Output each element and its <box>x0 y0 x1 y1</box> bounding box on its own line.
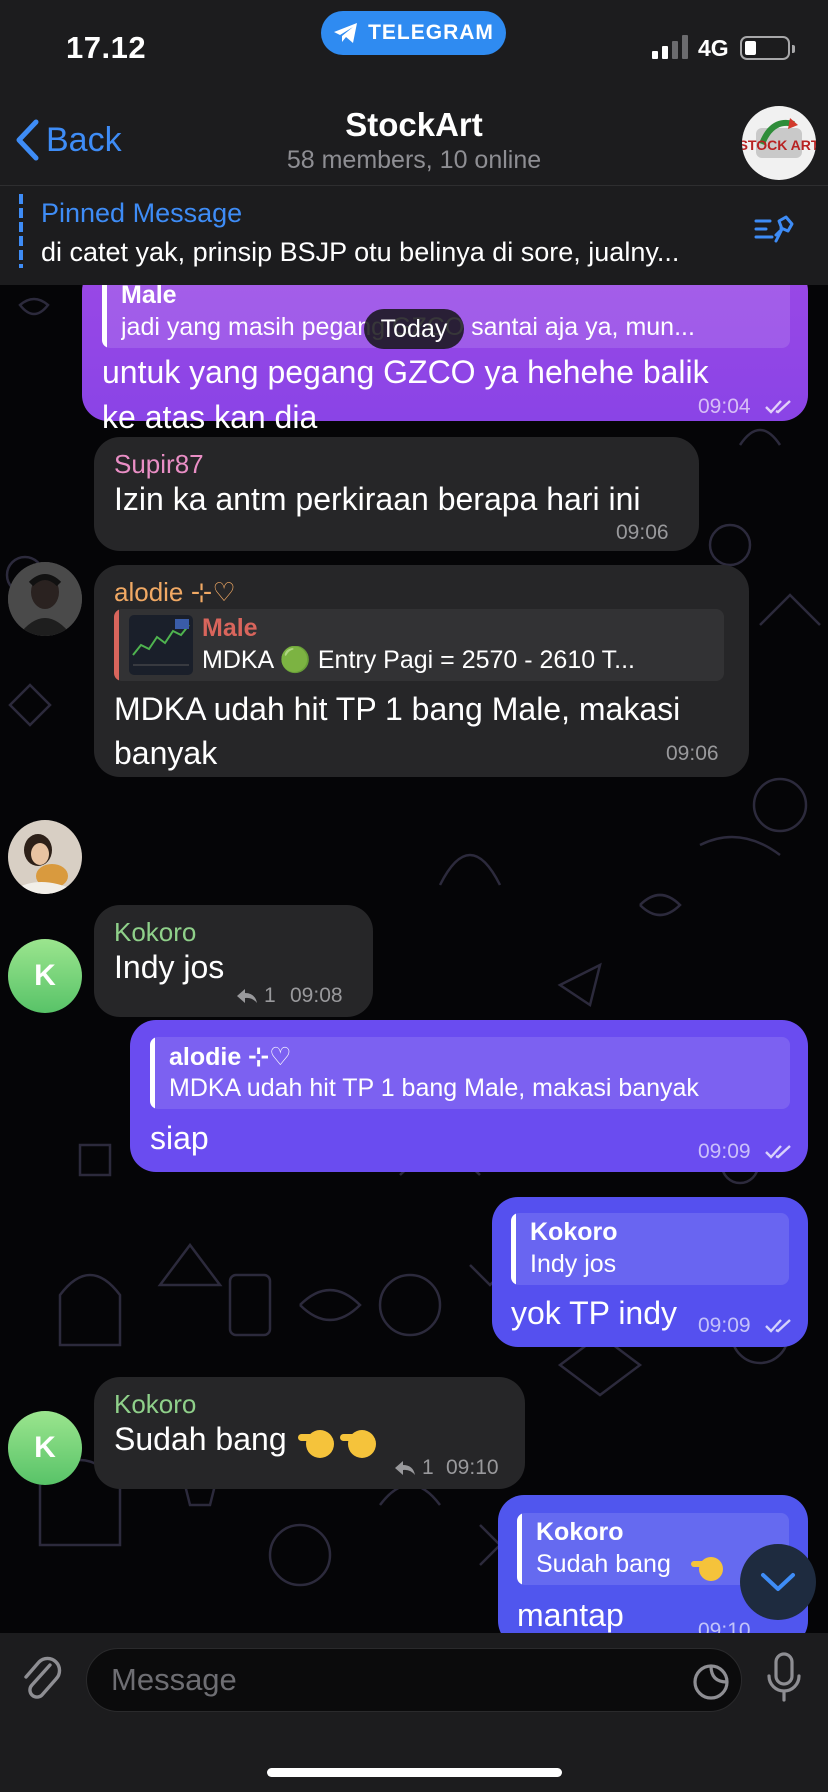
composer-bar <box>0 1633 828 1792</box>
status-bar: 17.12 TELEGRAM 4G <box>0 0 828 100</box>
read-ticks-icon <box>765 1319 791 1333</box>
sender-name[interactable]: alodie ⊹♡ <box>114 577 236 608</box>
hand-emoji-icon <box>298 1430 376 1458</box>
pinned-message-bar[interactable]: Pinned Message di catet yak, prinsip BSJ… <box>0 185 828 285</box>
reply-count[interactable]: 1 <box>236 984 276 1008</box>
chat-header: Back StockArt 58 members, 10 online STOC… <box>0 100 828 185</box>
message-text: ke atas kan dia <box>102 399 318 435</box>
message-bubble-incoming[interactable]: alodie ⊹♡ Male MDKA 🟢 Entry Pagi = 2570 … <box>94 565 749 777</box>
signal-icon <box>652 35 688 59</box>
message-time: 09:06 <box>666 742 719 765</box>
telegram-label: TELEGRAM <box>368 21 494 44</box>
avatar[interactable] <box>8 820 82 894</box>
avatar[interactable]: K <box>8 939 82 1013</box>
quote-sender: Male <box>202 614 258 642</box>
mic-icon[interactable] <box>764 1650 804 1706</box>
pinned-title: Pinned Message <box>41 198 243 228</box>
quote-text: MDKA 🟢 Entry Pagi = 2570 - 2610 T... <box>202 646 635 674</box>
scroll-to-bottom-button[interactable] <box>740 1544 816 1620</box>
message-bubble-incoming[interactable]: Kokoro Sudah bang 1 09:10 <box>94 1377 525 1489</box>
message-text: Indy jos <box>114 949 225 985</box>
attach-icon[interactable] <box>20 1651 64 1707</box>
quote-text: Indy jos <box>530 1250 617 1278</box>
message-text: mantap <box>517 1597 624 1633</box>
message-text: siap <box>150 1120 209 1156</box>
message-text: untuk yang pegang GZCO ya hehehe balik <box>102 354 709 390</box>
avatar[interactable] <box>8 562 82 636</box>
message-list[interactable]: Male jadi yang masih pegang GZCO santai … <box>0 285 828 1633</box>
avatar[interactable]: K <box>8 1411 82 1485</box>
hand-emoji-icon <box>691 1557 723 1581</box>
pinned-indicator <box>19 194 23 268</box>
read-ticks-icon <box>765 1145 791 1159</box>
reply-quote[interactable]: alodie ⊹♡ MDKA udah hit TP 1 bang Male, … <box>150 1037 790 1109</box>
message-time: 09:04 <box>698 395 751 418</box>
return-to-telegram-pill[interactable]: TELEGRAM <box>321 11 506 55</box>
avatar-logo-text: STOCK ART <box>742 137 816 153</box>
pin-icon[interactable] <box>752 213 796 247</box>
status-time: 17.12 <box>66 30 147 65</box>
message-bubble-outgoing[interactable]: Male jadi yang masih pegang GZCO santai … <box>82 285 808 435</box>
chat-title[interactable]: StockArt <box>0 106 828 144</box>
home-indicator <box>267 1768 562 1777</box>
message-time: 09:10 <box>698 1619 751 1633</box>
sticker-icon[interactable] <box>691 1662 731 1702</box>
reply-count-value: 1 <box>422 1456 434 1479</box>
quote-thumbnail <box>129 615 193 675</box>
date-separator: Today <box>364 309 464 349</box>
reply-count[interactable]: 1 <box>394 1456 434 1480</box>
message-bubble-outgoing[interactable]: alodie ⊹♡ MDKA udah hit TP 1 bang Male, … <box>130 1020 808 1172</box>
message-time: 09:09 <box>698 1314 751 1337</box>
message-time: 09:08 <box>290 984 343 1007</box>
message-bubble-incoming[interactable]: Supir87 Izin ka antm perkiraan berapa ha… <box>94 437 699 551</box>
message-time: 09:09 <box>698 1140 751 1163</box>
message-bubble-outgoing[interactable]: Kokoro Indy jos yok TP indy 09:09 <box>492 1197 808 1347</box>
group-avatar[interactable]: STOCK ART <box>742 106 816 180</box>
message-text: Sudah bang <box>114 1421 287 1457</box>
quote-sender: Kokoro <box>530 1218 618 1246</box>
sender-name[interactable]: Kokoro <box>114 917 196 948</box>
battery-icon <box>740 36 795 60</box>
reply-icon <box>395 1461 415 1475</box>
sender-name[interactable]: Kokoro <box>114 1389 196 1420</box>
reply-count-value: 1 <box>264 984 276 1007</box>
reply-quote[interactable]: Kokoro Indy jos <box>511 1213 789 1285</box>
read-ticks-icon <box>765 400 791 414</box>
message-input[interactable] <box>111 1649 671 1711</box>
quote-text: MDKA udah hit TP 1 bang Male, makasi ban… <box>169 1074 699 1102</box>
pinned-text: di catet yak, prinsip BSJP otu belinya d… <box>41 237 680 267</box>
message-text: banyak <box>114 735 218 771</box>
reply-quote[interactable]: Male MDKA 🟢 Entry Pagi = 2570 - 2610 T..… <box>114 609 724 681</box>
message-text: MDKA udah hit TP 1 bang Male, makasi <box>114 691 681 727</box>
quote-sender: alodie ⊹♡ <box>169 1043 292 1071</box>
network-type: 4G <box>698 35 729 61</box>
message-bubble-incoming[interactable]: Kokoro Indy jos 1 09:08 <box>94 905 373 1017</box>
quote-sender: Male <box>121 285 177 309</box>
quote-sender: Kokoro <box>536 1518 624 1546</box>
message-input-field[interactable] <box>86 1648 742 1712</box>
quote-text: Sudah bang <box>536 1550 671 1578</box>
message-time: 09:10 <box>446 1456 499 1479</box>
message-text: yok TP indy <box>511 1295 678 1331</box>
chevron-down-icon <box>761 1573 795 1591</box>
telegram-icon <box>334 23 358 43</box>
member-count: 58 members, 10 online <box>286 146 542 174</box>
reply-icon <box>237 989 257 1003</box>
message-text: Izin ka antm perkiraan berapa hari ini <box>114 481 641 517</box>
message-time: 09:06 <box>616 521 669 544</box>
sender-name[interactable]: Supir87 <box>114 449 204 480</box>
